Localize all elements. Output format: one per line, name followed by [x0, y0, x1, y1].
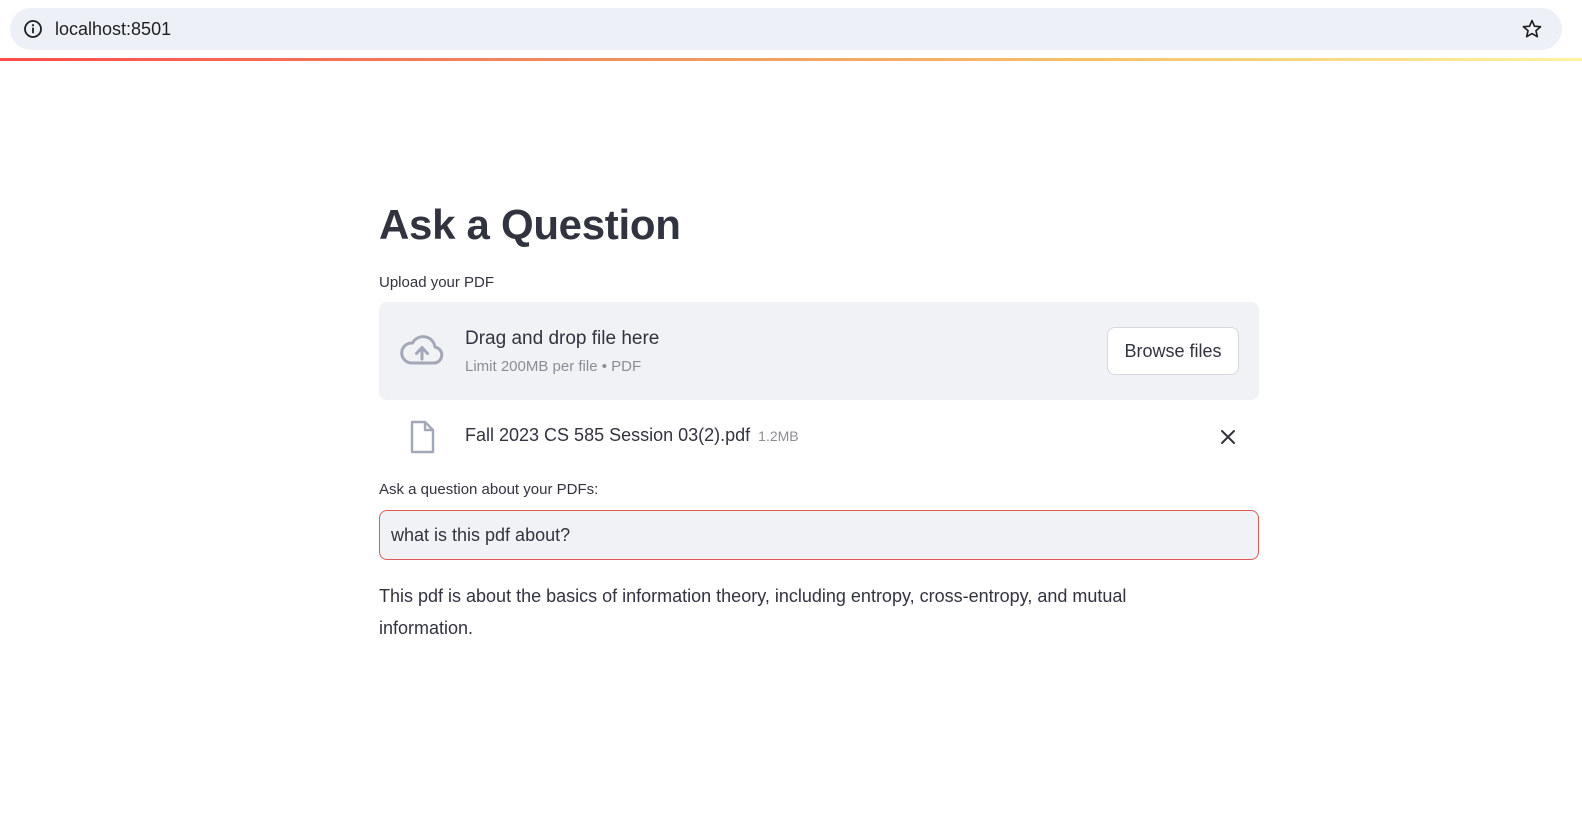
app-decoration-bar [0, 58, 1582, 61]
dropzone-limit: Limit 200MB per file • PDF [465, 358, 642, 375]
uploader-label: Upload your PDF [379, 274, 495, 291]
remove-file-button[interactable] [1215, 425, 1241, 451]
bookmark-star-icon[interactable] [1520, 17, 1544, 41]
main-content: Ask a Question Upload your PDF Drag and … [379, 190, 1259, 644]
uploaded-file-row: Fall 2023 CS 585 Session 03(2).pdf 1.2MB [379, 400, 1259, 476]
info-circle-icon[interactable] [22, 18, 44, 40]
file-icon [409, 420, 435, 454]
close-icon [1220, 429, 1236, 448]
browse-files-button[interactable]: Browse files [1107, 327, 1239, 375]
page-title: Ask a Question [379, 201, 681, 248]
uploaded-file-name: Fall 2023 CS 585 Session 03(2).pdf [465, 425, 751, 445]
browser-address-bar[interactable]: localhost:8501 [10, 8, 1562, 50]
url-text[interactable]: localhost:8501 [55, 19, 171, 40]
file-dropzone[interactable]: Drag and drop file here Limit 200MB per … [379, 302, 1259, 400]
dropzone-instructions: Drag and drop file here [465, 328, 660, 349]
answer-text: This pdf is about the basics of informat… [379, 586, 1127, 638]
uploaded-file-size: 1.2MB [758, 428, 799, 444]
question-label: Ask a question about your PDFs: [379, 481, 599, 498]
question-input[interactable] [379, 510, 1259, 560]
cloud-upload-icon [399, 332, 445, 368]
